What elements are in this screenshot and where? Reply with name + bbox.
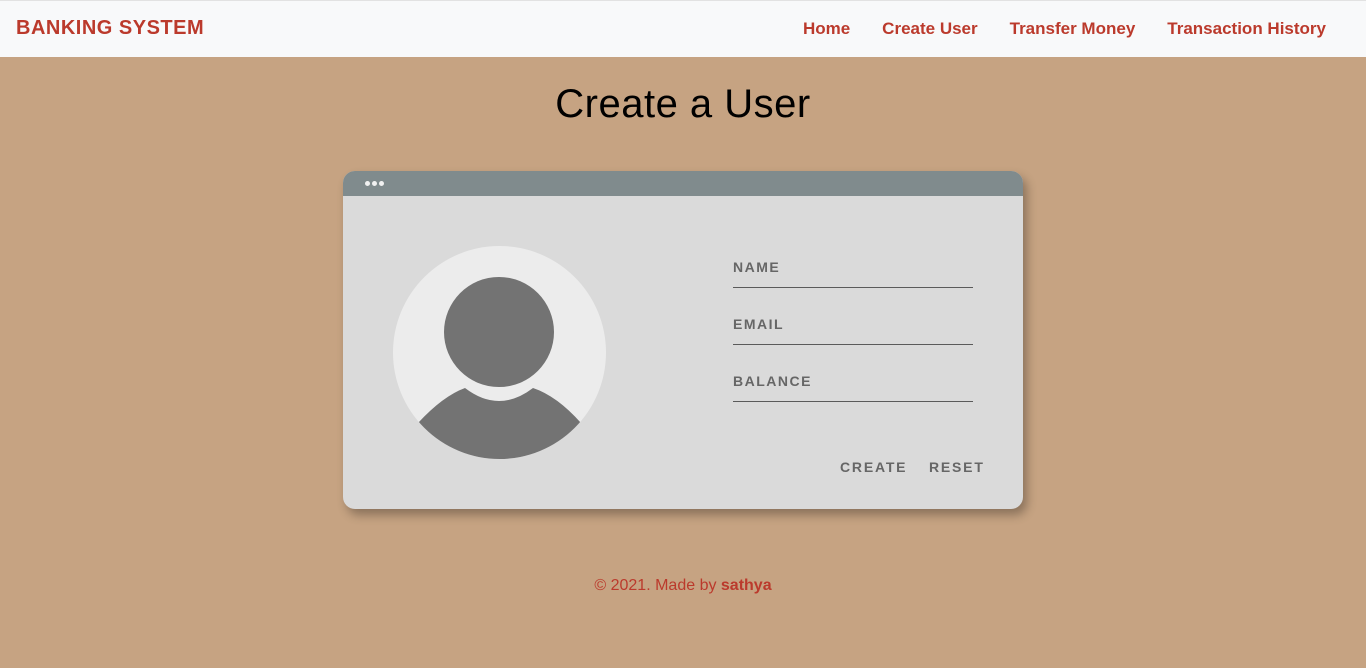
- nav-link-transfer-money[interactable]: Transfer Money: [1010, 19, 1136, 39]
- name-input[interactable]: [733, 246, 973, 286]
- nav-link-transaction-history[interactable]: Transaction History: [1167, 19, 1326, 39]
- page-title: Create a User: [555, 82, 811, 126]
- more-dots-icon: [365, 181, 384, 186]
- dot: [365, 181, 370, 186]
- nav-link-create-user[interactable]: Create User: [882, 19, 977, 39]
- dot: [379, 181, 384, 186]
- balance-field: [733, 360, 973, 402]
- create-button[interactable]: CREATE: [840, 459, 907, 475]
- name-field: [733, 246, 973, 288]
- balance-input[interactable]: [733, 360, 973, 400]
- footer-author: sathya: [720, 577, 772, 594]
- user-avatar-icon: [393, 246, 606, 459]
- nav-links: Home Create User Transfer Money Transact…: [803, 19, 1326, 39]
- create-user-card: CREATE RESET: [343, 171, 1023, 509]
- footer: © 2021. Made by sathya: [0, 577, 1366, 595]
- dot: [372, 181, 377, 186]
- brand-logo[interactable]: BANKING SYSTEM: [16, 17, 204, 40]
- reset-button[interactable]: RESET: [929, 459, 985, 475]
- footer-copyright: © 2021. Made by: [594, 577, 721, 594]
- nav-link-home[interactable]: Home: [803, 19, 850, 39]
- navbar: BANKING SYSTEM Home Create User Transfer…: [0, 0, 1366, 57]
- email-field: [733, 303, 973, 345]
- card-title-bar: [343, 171, 1023, 196]
- email-input[interactable]: [733, 303, 973, 343]
